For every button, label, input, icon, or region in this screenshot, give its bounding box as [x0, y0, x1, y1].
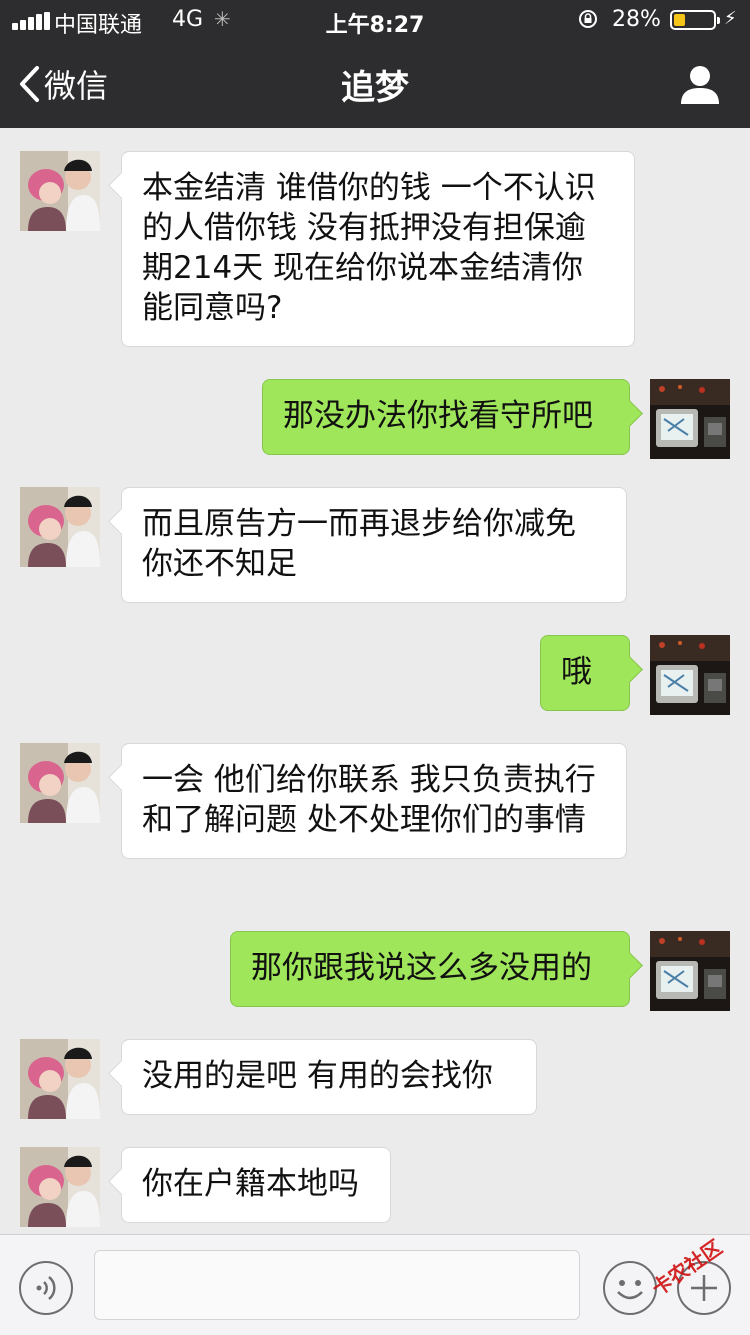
avatar-self[interactable] [650, 931, 730, 1011]
battery-icon [670, 10, 720, 30]
avatar-contact[interactable] [20, 487, 100, 567]
message-text: 你在户籍本地吗 [142, 1166, 359, 1202]
message-text: 一会 他们给你联系 我只负责执行和了解问题 处不处理你们的事情 [142, 762, 596, 838]
chat-title: 追梦 [341, 68, 409, 108]
chat-area[interactable]: 本金结清 谁借你的钱 一个不认识的人借你钱 没有抵押没有担保逾期214天 现在给… [0, 128, 750, 1234]
message-text: 哦 [561, 654, 592, 690]
message-bubble[interactable]: 一会 他们给你联系 我只负责执行和了解问题 处不处理你们的事情 [121, 743, 627, 859]
charging-icon: ⚡ [724, 8, 737, 29]
message-text: 那你跟我说这么多没用的 [251, 950, 592, 986]
emoji-icon[interactable] [602, 1260, 658, 1316]
message-bubble[interactable]: 你在户籍本地吗 [121, 1147, 391, 1223]
message-bubble[interactable]: 而且原告方一而再退步给你减免你还不知足 [121, 487, 627, 603]
message-text: 而且原告方一而再退步给你减免你还不知足 [142, 506, 576, 582]
top-bar: 中国联通 4G ✳ 上午8:27 28% ⚡ 微信 追梦 [0, 0, 750, 128]
message-bubble[interactable]: 那你跟我说这么多没用的 [230, 931, 630, 1007]
avatar-contact[interactable] [20, 1147, 100, 1227]
avatar-contact[interactable] [20, 743, 100, 823]
input-bar [0, 1234, 750, 1335]
message-bubble[interactable]: 本金结清 谁借你的钱 一个不认识的人借你钱 没有抵押没有担保逾期214天 现在给… [121, 151, 635, 347]
voice-icon[interactable] [18, 1260, 74, 1316]
message-text: 那没办法你找看守所吧 [283, 398, 593, 434]
battery-percent: 28% [612, 7, 661, 32]
avatar-contact[interactable] [20, 151, 100, 231]
status-bar: 中国联通 4G ✳ 上午8:27 28% ⚡ [0, 0, 750, 40]
message-bubble[interactable]: 哦 [540, 635, 630, 711]
message-text: 没用的是吧 有用的会找你 [142, 1058, 493, 1094]
message-bubble[interactable]: 那没办法你找看守所吧 [262, 379, 630, 455]
avatar-self[interactable] [650, 635, 730, 715]
person-icon[interactable] [678, 62, 722, 106]
message-input[interactable] [94, 1250, 580, 1320]
message-bubble[interactable]: 没用的是吧 有用的会找你 [121, 1039, 537, 1115]
avatar-self[interactable] [650, 379, 730, 459]
rotation-lock-icon [579, 10, 597, 28]
avatar-contact[interactable] [20, 1039, 100, 1119]
message-text: 本金结清 谁借你的钱 一个不认识的人借你钱 没有抵押没有担保逾期214天 现在给… [142, 170, 596, 326]
